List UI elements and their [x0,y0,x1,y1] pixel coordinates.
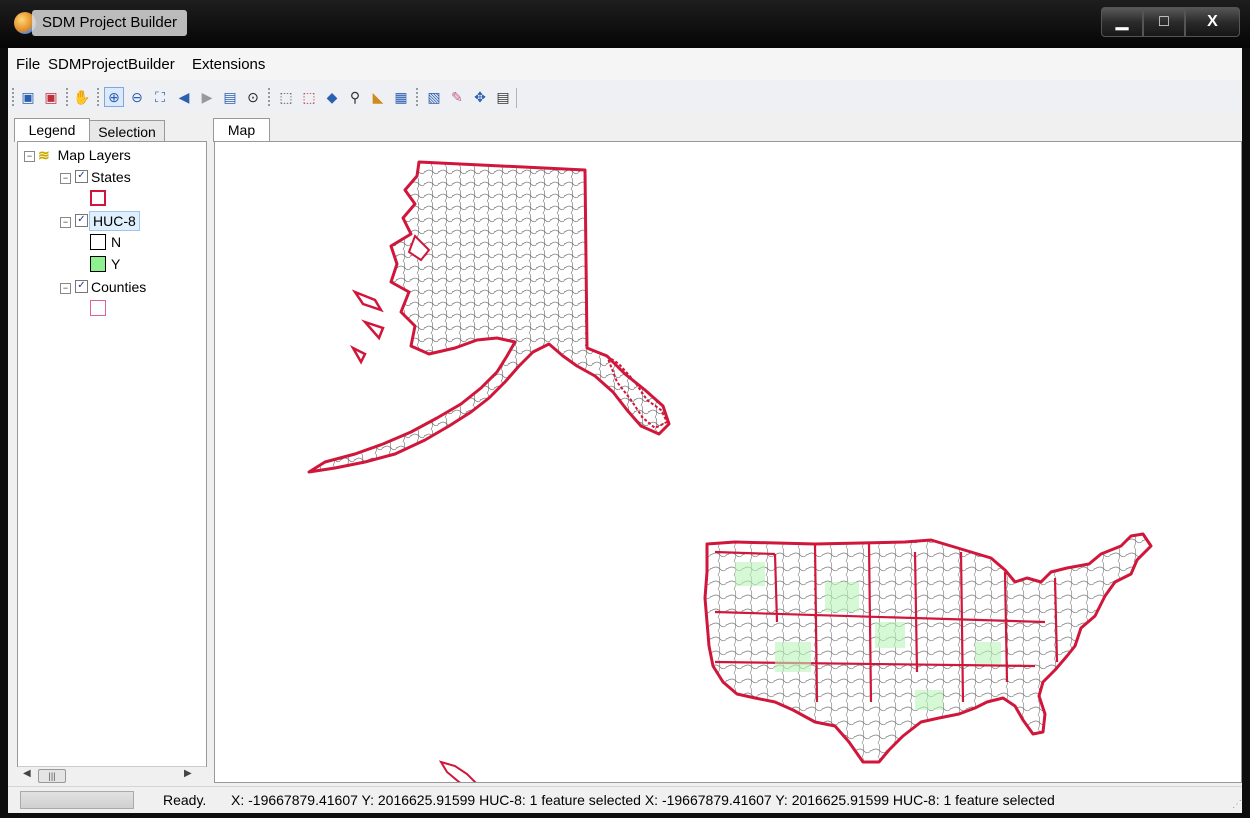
layer-checkbox-huc8[interactable]: ✓ [75,214,88,227]
toolbar-grip[interactable] [416,88,418,108]
tab-selection[interactable]: Selection [89,120,165,142]
map-layers-node[interactable]: ≋ Map Layers [38,146,131,164]
legend-swatch-states [90,190,106,206]
layer-huc8[interactable]: HUC-8 [89,211,140,231]
close-button[interactable]: X [1185,7,1240,37]
pan-icon[interactable]: ✋ [72,87,92,107]
identify-icon[interactable]: ◆ [322,87,342,107]
layer-states[interactable]: States [91,168,131,186]
remove-layer-icon[interactable]: ▣ [41,87,61,107]
collapse-icon[interactable]: − [60,217,71,228]
application-window: SDM Project Builder ▁ □ X File SDMProjec… [0,0,1250,818]
collapse-icon[interactable]: − [60,173,71,184]
legend-label-n: N [111,234,122,250]
resize-grip-icon[interactable]: ⋰ [1232,799,1242,810]
toolbar-grip[interactable] [66,88,68,108]
minimize-icon: ▁ [1115,13,1129,30]
zoom-layer-icon[interactable]: ▤ [220,87,240,107]
legend-label-y: Y [111,256,121,272]
legend-swatch-huc8-n [90,234,106,250]
attribute-table-icon[interactable]: ▦ [391,87,411,107]
collapse-icon[interactable]: − [24,151,35,162]
menu-bar: File SDMProjectBuilder Extensions [8,48,1242,80]
status-ready: Ready. [163,792,207,808]
zoom-in-icon[interactable]: ⊕ [104,87,124,107]
title-bar[interactable]: SDM Project Builder ▁ □ X [0,0,1250,48]
menu-file[interactable]: File [16,56,40,73]
window-title: SDM Project Builder [32,10,188,36]
status-coordinates: X: -19667879.41607 Y: 2016625.91599 HUC-… [231,792,1055,808]
deselect-icon[interactable]: ⬚ [299,87,319,107]
legend-panel: − ≋ Map Layers − ✓ States − ✓ HUC-8 N Y … [17,141,207,767]
crosshair-icon[interactable]: ⊙ [243,87,263,107]
legend-swatch-huc8-y [90,256,106,272]
move-icon[interactable]: ✥ [470,87,490,107]
client-area: File SDMProjectBuilder Extensions ▣ ▣ ✋ … [8,48,1242,813]
legend-swatch-counties [90,300,106,316]
document-icon[interactable]: ▤ [493,87,513,107]
scroll-right-icon[interactable]: ▶ [184,768,192,779]
scroll-left-icon[interactable]: ◀ [23,768,31,779]
menu-sdmprojectbuilder[interactable]: SDMProjectBuilder [48,56,175,73]
maximize-icon: □ [1159,13,1169,30]
contiguous-us-shape [703,532,1153,764]
progress-bar [20,791,134,809]
collapse-icon[interactable]: − [60,283,71,294]
close-icon: X [1207,13,1218,30]
select-icon[interactable]: ⬚ [276,87,296,107]
layer-checkbox-states[interactable]: ✓ [75,170,88,183]
zoom-out-icon[interactable]: ⊖ [127,87,147,107]
find-icon[interactable]: ⚲ [345,87,365,107]
maximize-button[interactable]: □ [1143,7,1185,37]
layer-counties[interactable]: Counties [91,278,146,296]
toolbar-grip[interactable] [12,88,14,108]
menu-extensions[interactable]: Extensions [192,56,265,73]
zoom-extent-icon[interactable]: ⛶ [150,87,170,107]
map-view[interactable] [214,141,1242,783]
minimize-button[interactable]: ▁ [1101,7,1143,37]
scroll-thumb[interactable]: ||| [38,769,66,783]
tab-map[interactable]: Map [213,118,270,142]
layers-icon: ≋ [38,147,50,163]
tab-legend[interactable]: Legend [14,118,90,142]
edit-icon[interactable]: ✎ [447,87,467,107]
map-layers-label: Map Layers [57,147,131,163]
add-layer-icon[interactable]: ▣ [18,87,38,107]
shapefile-icon[interactable]: ▧ [424,87,444,107]
back-icon[interactable]: ◀ [174,87,194,107]
toolbar-grip[interactable] [97,88,99,108]
map-canvas[interactable] [215,142,1241,782]
layer-checkbox-counties[interactable]: ✓ [75,280,88,293]
legend-horizontal-scrollbar[interactable]: ◀ ||| ▶ [18,766,206,784]
toolbar-separator [516,88,517,108]
forward-icon[interactable]: ▶ [197,87,217,107]
hawaii-shape [438,760,477,782]
measure-icon[interactable]: ◣ [368,87,388,107]
alaska-shape [307,160,671,474]
status-bar: Ready. X: -19667879.41607 Y: 2016625.915… [8,786,1242,813]
toolbar: ▣ ▣ ✋ ⊕ ⊖ ⛶ ◀ ▶ ▤ ⊙ ⬚ ⬚ ◆ ⚲ ◣ ▦ ▧ ✎ ✥ ▤ [8,82,1242,112]
toolbar-grip[interactable] [268,88,270,108]
